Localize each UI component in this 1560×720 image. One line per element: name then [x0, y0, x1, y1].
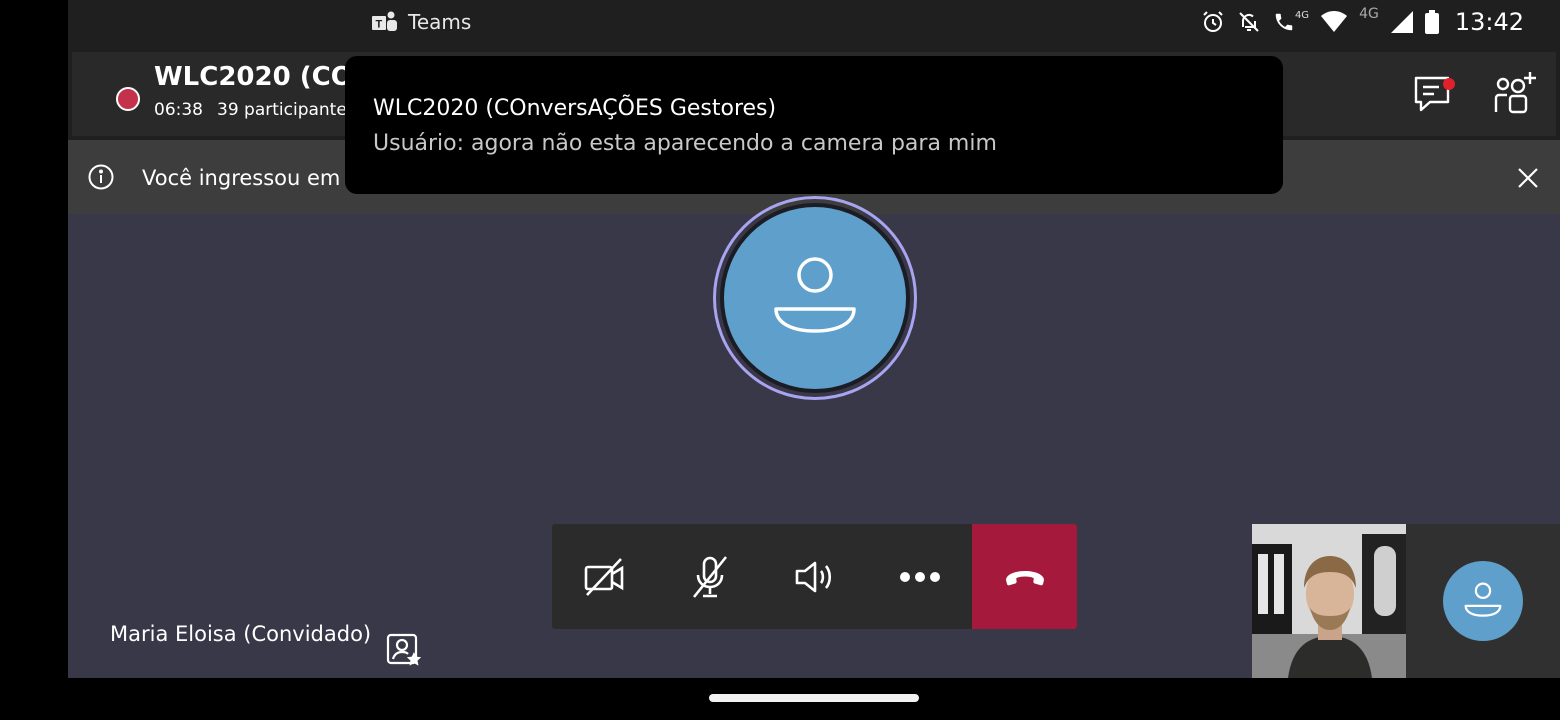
teams-logo-icon: T — [372, 11, 397, 31]
recording-indicator — [116, 87, 140, 111]
hangup-button[interactable] — [972, 524, 1077, 629]
more-icon — [899, 571, 940, 582]
phone-icon — [1275, 13, 1293, 31]
person-icon — [1464, 582, 1502, 617]
call-controls — [552, 524, 1077, 629]
notification-body: Usuário: agora não esta aparecendo a cam… — [373, 131, 997, 156]
signal-icon — [1390, 11, 1413, 33]
close-icon[interactable] — [1516, 166, 1540, 190]
speaking-ring — [713, 196, 917, 400]
status-bar: T Teams 4G 4G 13:42 — [68, 0, 1560, 44]
add-participants-button[interactable] — [1492, 70, 1540, 116]
status-bar-app-name: Teams — [408, 10, 472, 34]
network-label-1: 4G — [1294, 10, 1310, 21]
meeting-title[interactable]: WLC2020 (COn — [154, 62, 371, 92]
status-bar-indicators: 4G 4G 13:42 — [1201, 6, 1524, 38]
meeting-stage: Maria Eloisa (Convidado) — [68, 196, 1560, 678]
teams-meeting-screen: T Teams 4G 4G 13:42 WLC2020 (COn 06:38 3… — [0, 0, 1560, 720]
chat-notification[interactable]: WLC2020 (COnversAÇÕES Gestores) Usuário:… — [345, 56, 1283, 194]
spotlight-icon[interactable] — [386, 632, 422, 668]
battery-icon — [1424, 10, 1439, 34]
status-bar-app: T Teams — [372, 8, 471, 36]
speaker-icon — [795, 561, 831, 592]
call-volte-indicator: 4G — [1273, 10, 1309, 34]
info-icon — [88, 164, 114, 190]
home-gesture-handle[interactable] — [709, 694, 919, 702]
notification-title: WLC2020 (COnversAÇÕES Gestores) — [373, 96, 777, 121]
hangup-icon — [1005, 570, 1044, 585]
alarm-icon — [1203, 11, 1223, 32]
svg-text:T: T — [376, 19, 383, 31]
network-label-2: 4G — [1359, 6, 1379, 22]
mic-toggle-button[interactable] — [657, 524, 762, 629]
meeting-duration: 06:38 — [154, 100, 203, 120]
speaker-button[interactable] — [762, 524, 867, 629]
banner-text: Você ingressou em — [142, 166, 341, 190]
participant-count: 39 participante — [217, 100, 347, 120]
person-icon — [774, 257, 856, 333]
video-off-icon — [584, 557, 623, 596]
navigation-bar — [68, 678, 1560, 720]
wifi-icon — [1321, 11, 1348, 32]
camera-feed-image — [1252, 524, 1406, 678]
mic-off-icon — [692, 555, 727, 598]
camera-preview[interactable] — [1252, 524, 1406, 678]
chat-unread-badge — [1443, 78, 1455, 90]
self-avatar — [1443, 561, 1523, 641]
status-bar-time: 13:42 — [1454, 8, 1524, 36]
more-options-button[interactable] — [867, 524, 972, 629]
notifications-off-icon — [1239, 12, 1259, 32]
speaker-name: Maria Eloisa (Convidado) — [110, 622, 372, 646]
self-tile[interactable] — [1406, 524, 1560, 678]
meeting-info: 06:38 39 participante — [154, 100, 347, 120]
camera-toggle-button[interactable] — [552, 524, 657, 629]
participant-avatar[interactable] — [720, 203, 910, 393]
